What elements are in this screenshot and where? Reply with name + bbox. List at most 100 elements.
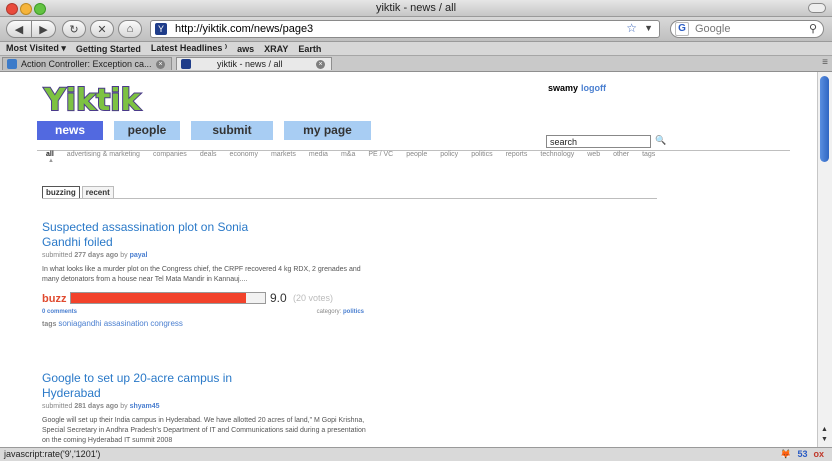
- google-engine-icon[interactable]: G: [675, 22, 689, 36]
- category-deals[interactable]: deals: [200, 151, 217, 158]
- nav-my-page[interactable]: my page: [284, 121, 371, 140]
- site-search-input[interactable]: search: [546, 135, 651, 148]
- buzz-votes: (20 votes): [293, 293, 334, 303]
- stop-button[interactable]: ✕: [90, 20, 114, 38]
- scroll-down-icon[interactable]: ▼: [821, 436, 828, 443]
- nav-news[interactable]: news: [37, 121, 103, 140]
- by-label: by: [120, 252, 128, 259]
- bookmark-aws[interactable]: aws: [237, 44, 254, 54]
- user-box: swamy logoff: [548, 83, 606, 93]
- scroll-up-icon[interactable]: ▲: [821, 426, 828, 433]
- submitted-label: submitted: [42, 252, 73, 259]
- buzz-meter-fill[interactable]: [71, 293, 246, 303]
- status-addons: 🦊 53 ox: [780, 449, 824, 460]
- stop-icon: ✕: [97, 23, 107, 36]
- browser-toolbar: ◀ ▶ ↻ ✕ ⌂ Y http://yiktik.com/news/page3…: [0, 17, 832, 42]
- sort-tabs-divider: [42, 198, 657, 199]
- addon-count[interactable]: 53: [797, 449, 807, 460]
- buzz-label: buzz: [42, 293, 67, 305]
- story-meta: submitted 277 days ago by payal: [42, 252, 372, 259]
- story-item: Suspected assassination plot on Sonia Ga…: [42, 220, 372, 328]
- site-search-icon[interactable]: 🔍: [655, 135, 666, 145]
- buzz-meter[interactable]: [70, 292, 266, 304]
- story-category: category: politics: [317, 309, 364, 315]
- back-button[interactable]: ◀: [6, 20, 32, 38]
- window-title: yiktik - news / all: [375, 2, 457, 14]
- username: swamy: [548, 83, 579, 93]
- category-ma[interactable]: m&a: [341, 151, 355, 158]
- story-item: Google to set up 20-acre campus in Hyder…: [42, 371, 372, 446]
- tab-action-controller[interactable]: Action Controller: Exception ca... ×: [2, 57, 172, 70]
- window-titlebar: yiktik - news / all: [0, 0, 832, 17]
- buzz-score: 9.0: [270, 291, 287, 305]
- url-text: http://yiktik.com/news/page3: [175, 23, 314, 35]
- bookmark-star-icon[interactable]: ☆: [626, 21, 637, 35]
- category-companies[interactable]: companies: [153, 151, 187, 158]
- url-dropdown-icon[interactable]: ▼: [644, 23, 653, 33]
- category-pe-vc[interactable]: PE / VC: [368, 151, 393, 158]
- reload-button[interactable]: ↻: [62, 20, 86, 38]
- story-headline[interactable]: Google to set up 20-acre campus in Hyder…: [42, 371, 272, 401]
- comments-link[interactable]: 0 comments: [42, 309, 77, 315]
- search-icon[interactable]: ⚲: [809, 22, 817, 35]
- nav-people[interactable]: people: [114, 121, 180, 140]
- category-advertising[interactable]: advertising & marketing: [67, 151, 140, 158]
- home-button[interactable]: ⌂: [118, 20, 142, 38]
- story-author-link[interactable]: shyam45: [130, 403, 160, 410]
- category-markets[interactable]: markets: [271, 151, 296, 158]
- buzz-rating: buzz 9.0 (20 votes): [42, 291, 372, 306]
- category-link[interactable]: politics: [343, 309, 364, 315]
- logoff-link[interactable]: logoff: [581, 83, 606, 93]
- category-web[interactable]: web: [587, 151, 600, 158]
- home-icon: ⌂: [126, 23, 134, 35]
- bookmark-most-visited[interactable]: Most Visited ▾: [6, 43, 66, 54]
- addon-ox-icon[interactable]: ox: [813, 449, 824, 460]
- category-economy[interactable]: economy: [230, 151, 258, 158]
- nav-submit[interactable]: submit: [191, 121, 273, 140]
- category-politics[interactable]: politics: [471, 151, 492, 158]
- status-bar: javascript:rate('9','1201') 🦊 53 ox: [0, 447, 832, 461]
- bookmark-latest-headlines[interactable]: Latest Headlines ⁾: [151, 43, 227, 54]
- web-search-placeholder: Google: [695, 23, 731, 35]
- scrollbar-thumb[interactable]: [820, 76, 829, 162]
- tags-links[interactable]: soniagandhi assasination congress: [58, 319, 183, 328]
- category-media[interactable]: media: [309, 151, 328, 158]
- tab-yiktik[interactable]: yiktik - news / all ×: [176, 57, 332, 70]
- site-nav: news people submit my page: [37, 121, 382, 140]
- tab-list-icon[interactable]: ≡: [822, 57, 828, 68]
- story-summary: In what looks like a murder plot on the …: [42, 266, 361, 283]
- site-favicon-icon: Y: [155, 23, 167, 35]
- forward-button[interactable]: ▶: [32, 20, 56, 38]
- tab-close-icon[interactable]: ×: [156, 59, 165, 69]
- tags-label: tags: [42, 321, 57, 328]
- category-people[interactable]: people: [406, 151, 427, 158]
- category-tags[interactable]: tags: [642, 151, 655, 158]
- status-text: javascript:rate('9','1201'): [4, 449, 101, 459]
- tab-close-icon[interactable]: ×: [316, 59, 325, 69]
- story-author-link[interactable]: payal: [130, 252, 148, 259]
- category-technology[interactable]: technology: [540, 151, 574, 158]
- tab-favicon-icon: [7, 59, 17, 69]
- bookmark-xray[interactable]: XRAY: [264, 44, 288, 54]
- category-policy[interactable]: policy: [440, 151, 458, 158]
- story-age: 281 days ago: [74, 403, 119, 410]
- category-all[interactable]: all: [46, 151, 54, 158]
- category-label: category:: [316, 309, 342, 315]
- page-scrollbar[interactable]: ▲ ▼: [817, 72, 832, 447]
- story-summary: Google will set up their India campus in…: [42, 417, 366, 444]
- bookmarks-bar: Most Visited ▾ Getting Started Latest He…: [0, 42, 832, 56]
- story-tags: tags soniagandhi assasination congress: [42, 319, 372, 328]
- toolbar-toggle-button[interactable]: [808, 3, 826, 13]
- bookmark-earth[interactable]: Earth: [298, 44, 321, 54]
- firebug-fox-icon[interactable]: 🦊: [780, 449, 791, 460]
- web-search-input[interactable]: G Google ⚲: [670, 20, 824, 38]
- url-bar[interactable]: Y http://yiktik.com/news/page3 ☆ ▼: [150, 20, 660, 38]
- submitted-label: submitted: [42, 403, 73, 410]
- browser-tabs: Action Controller: Exception ca... × yik…: [0, 56, 832, 72]
- story-headline[interactable]: Suspected assassination plot on Sonia Ga…: [42, 220, 272, 250]
- yiktik-logo[interactable]: Yiktik: [42, 82, 162, 116]
- forward-arrow-icon: ▶: [39, 23, 48, 36]
- bookmark-getting-started[interactable]: Getting Started: [76, 44, 141, 54]
- category-reports[interactable]: reports: [506, 151, 528, 158]
- category-other[interactable]: other: [613, 151, 629, 158]
